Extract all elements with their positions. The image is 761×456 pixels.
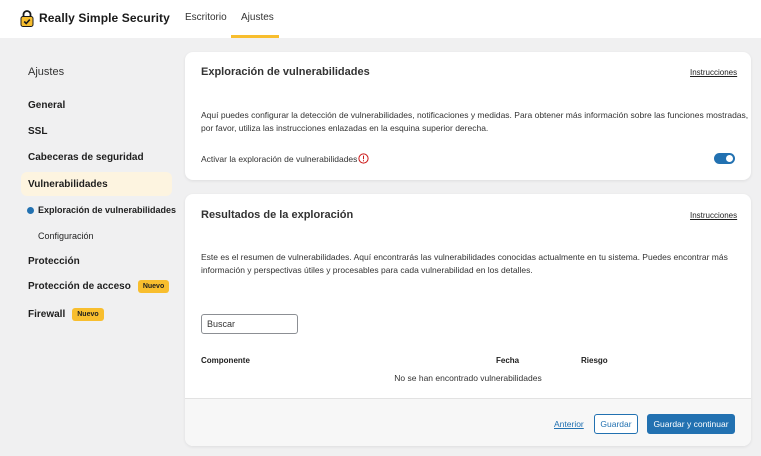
sidebar-item-ssl[interactable]: SSL — [28, 126, 47, 137]
results-card-title: Resultados de la exploración — [201, 209, 354, 221]
sidebar-item-label: Protección de acceso — [28, 281, 131, 292]
scan-description-line-1: Aquí puedes configurar la detección de v… — [201, 110, 749, 120]
new-badge: Nuevo — [137, 280, 170, 293]
sidebar-item-firewall[interactable]: Firewall Nuevo — [28, 308, 104, 321]
save-button[interactable]: Guardar — [594, 414, 638, 434]
sidebar-item-security-headers[interactable]: Cabeceras de seguridad — [28, 152, 144, 163]
scan-card-title: Exploración de vulnerabilidades — [201, 66, 370, 78]
save-and-continue-button[interactable]: Guardar y continuar — [647, 414, 735, 434]
top-bar: Really Simple Security Escritorio Ajuste… — [0, 0, 761, 38]
sidebar-item-general[interactable]: General — [28, 100, 65, 111]
sidebar-item-label: General — [28, 100, 66, 111]
toggle-knob — [726, 155, 733, 162]
active-bullet-icon — [27, 207, 34, 214]
scan-instructions-link[interactable]: Instrucciones — [690, 68, 737, 77]
sidebar-item-vulnerabilities[interactable]: Vulnerabilidades — [28, 179, 108, 190]
nav-active-indicator — [231, 35, 279, 38]
sidebar-item-protection[interactable]: Protección — [28, 256, 80, 267]
sidebar-item-label: Firewall — [28, 309, 66, 320]
sidebar-item-access-protection[interactable]: Protección de acceso Nuevo — [28, 280, 170, 293]
results-instructions-link[interactable]: Instrucciones — [690, 211, 737, 220]
column-header-component[interactable]: Componente — [201, 356, 250, 365]
new-badge: Nuevo — [72, 308, 104, 321]
nav-escritorio[interactable]: Escritorio — [185, 12, 227, 23]
column-header-date[interactable]: Fecha — [496, 356, 519, 365]
search-input[interactable] — [201, 314, 298, 334]
sidebar-item-label: Protección — [28, 256, 80, 267]
results-description-line-2: información y perspectivas útiles y proc… — [201, 265, 533, 275]
sidebar-item-label: Vulnerabilidades — [28, 179, 108, 190]
brand-name: Really Simple Security — [39, 11, 170, 25]
sidebar-subitem-config[interactable]: Configuración — [38, 231, 94, 241]
sidebar-title: Ajustes — [28, 66, 65, 78]
brand[interactable]: Really Simple Security — [20, 8, 170, 28]
column-header-risk[interactable]: Riesgo — [581, 356, 608, 365]
scan-toggle-label: Activar la exploración de vulnerabilidad… — [201, 154, 358, 164]
nav-ajustes[interactable]: Ajustes — [241, 12, 274, 23]
warning-icon[interactable] — [358, 151, 369, 169]
previous-button[interactable]: Anterior — [554, 419, 584, 429]
scan-toggle[interactable] — [714, 153, 735, 164]
results-description-line-1: Este es el resumen de vulnerabilidades. … — [201, 252, 728, 262]
sidebar-subitem-scan[interactable]: Exploración de vulnerabilidades — [38, 205, 176, 215]
sidebar-item-label: Cabeceras de seguridad — [28, 152, 144, 163]
empty-state-message: No se han encontrado vulnerabilidades — [394, 373, 542, 383]
lock-shield-icon — [20, 9, 34, 27]
scan-description-line-2: por favor, utiliza las instrucciones enl… — [201, 123, 489, 133]
sidebar-item-label: SSL — [28, 126, 48, 137]
